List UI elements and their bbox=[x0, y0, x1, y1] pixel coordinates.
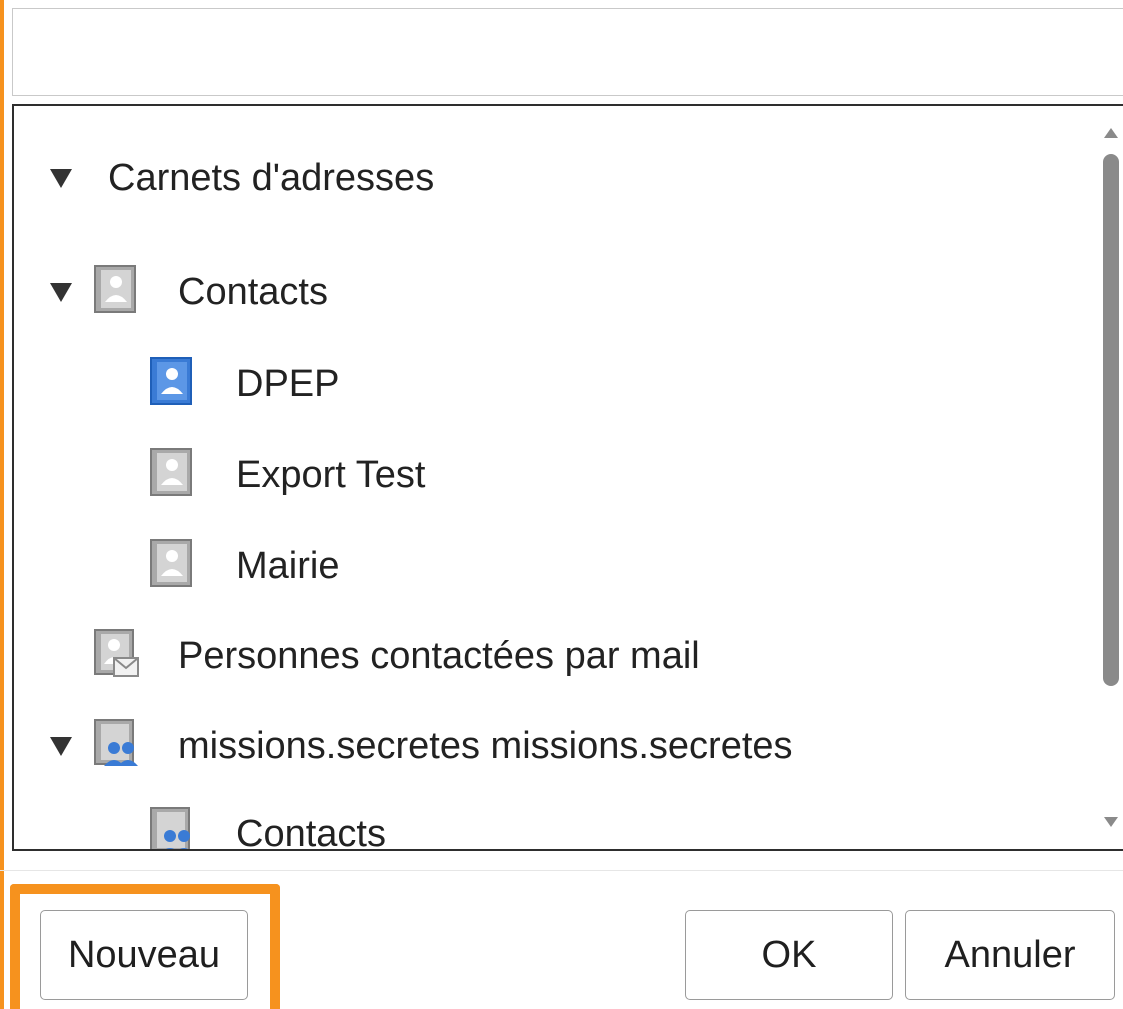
tree-item-label: missions.secretes missions.secretes bbox=[178, 724, 793, 767]
new-button[interactable]: Nouveau bbox=[40, 910, 248, 1000]
address-book-tree[interactable]: Carnets d'adresses Contacts DPEP Export … bbox=[12, 104, 1123, 851]
search-input[interactable] bbox=[12, 8, 1123, 96]
tree-item-label: Export Test bbox=[236, 453, 426, 496]
footer-divider bbox=[0, 870, 1123, 871]
address-book-icon bbox=[148, 447, 196, 497]
expand-arrow-icon[interactable] bbox=[46, 277, 76, 307]
shared-book-icon bbox=[92, 718, 140, 768]
tree-scrollbar[interactable] bbox=[1099, 106, 1123, 849]
tree-item-label: Mairie bbox=[236, 544, 340, 587]
highlight-edge bbox=[0, 0, 4, 1009]
address-book-icon bbox=[92, 264, 140, 314]
tree-item-label: Contacts bbox=[236, 812, 386, 851]
cancel-button[interactable]: Annuler bbox=[905, 910, 1115, 1000]
tree-root-label: Carnets d'adresses bbox=[108, 156, 435, 199]
address-book-blue-icon bbox=[148, 356, 196, 406]
tree-item-label: DPEP bbox=[236, 362, 340, 405]
tree-item-label: Personnes contactées par mail bbox=[178, 634, 700, 677]
address-book-icon bbox=[148, 538, 196, 588]
scroll-thumb[interactable] bbox=[1103, 154, 1119, 686]
expand-arrow-icon[interactable] bbox=[46, 731, 76, 761]
tree-item-label: Contacts bbox=[178, 270, 328, 313]
address-book-picker-dialog: Carnets d'adresses Contacts DPEP Export … bbox=[0, 0, 1123, 1009]
collected-addresses-icon bbox=[92, 628, 140, 678]
scroll-up-arrow-icon[interactable] bbox=[1103, 126, 1119, 140]
ok-button[interactable]: OK bbox=[685, 910, 893, 1000]
shared-book-icon bbox=[148, 806, 196, 849]
scroll-down-arrow-icon[interactable] bbox=[1103, 815, 1119, 829]
expand-arrow-icon[interactable] bbox=[46, 163, 76, 193]
